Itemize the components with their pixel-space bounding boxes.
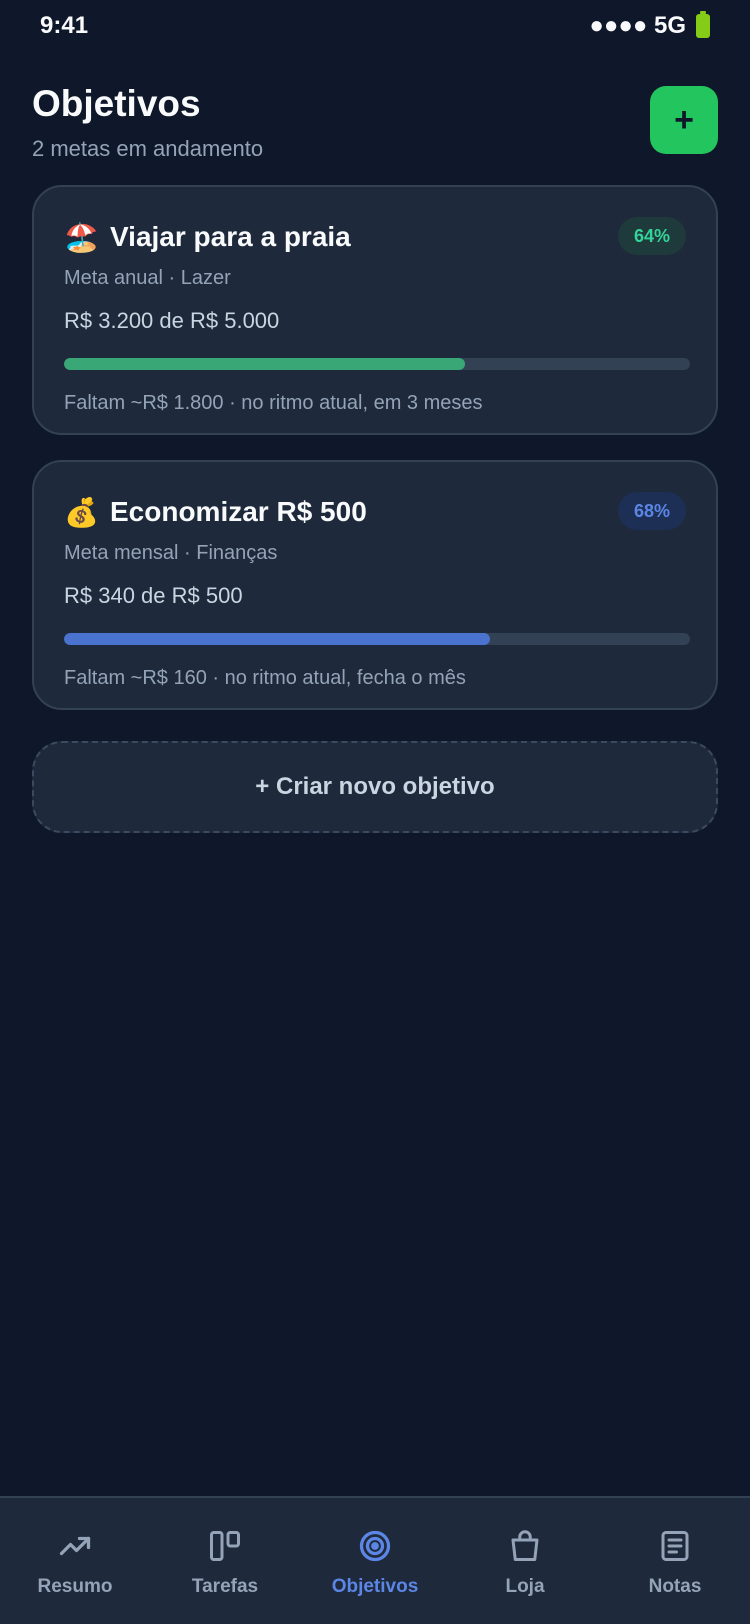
goal-card[interactable]: 💰 Economizar R$ 500 68% Meta mensal · Fi…	[32, 460, 718, 710]
battery-icon	[696, 11, 710, 38]
bottom-nav: Resumo Tarefas Objetivos Loja Notas	[0, 1496, 750, 1624]
goal-title-row: 🏖️ Viajar para a praia	[64, 215, 686, 259]
progress-bar	[64, 358, 690, 370]
nav-item-objetivos[interactable]: Objetivos	[300, 1498, 450, 1624]
page-header: Objetivos 2 metas em andamento +	[32, 80, 718, 162]
status-indicators: ●●●● 5G	[589, 11, 710, 40]
shopping-bag-icon	[511, 1530, 539, 1561]
nav-item-loja[interactable]: Loja	[450, 1498, 600, 1624]
progress-fill	[64, 358, 465, 370]
beach-icon: 🏖️	[64, 221, 99, 253]
goal-title: Economizar R$ 500	[110, 496, 367, 527]
nav-label: Loja	[505, 1576, 545, 1597]
goal-amount: R$ 3.200 de R$ 5.000	[64, 308, 280, 333]
nav-label: Resumo	[37, 1576, 113, 1597]
goal-meta: Meta anual · Lazer	[64, 267, 231, 289]
status-time: 9:41	[40, 12, 89, 39]
nav-item-tarefas[interactable]: Tarefas	[150, 1498, 300, 1624]
progress-fill	[64, 633, 490, 645]
nav-label: Tarefas	[191, 1576, 259, 1597]
target-icon	[359, 1530, 391, 1562]
nav-item-notas[interactable]: Notas	[600, 1498, 750, 1624]
nav-label: Objetivos	[331, 1576, 419, 1597]
goal-note: Faltam ~R$ 1.800 · no ritmo atual, em 3 …	[64, 392, 483, 414]
page-subtitle: 2 metas em andamento	[32, 136, 264, 161]
nav-item-resumo[interactable]: Resumo	[0, 1498, 150, 1624]
notes-icon	[661, 1531, 689, 1561]
goal-title: Viajar para a praia	[110, 221, 351, 252]
goal-title-row: 💰 Economizar R$ 500	[64, 490, 686, 534]
money-bag-icon: 💰	[64, 496, 99, 528]
add-goal-button[interactable]: +	[650, 86, 718, 154]
goal-note: Faltam ~R$ 160 · no ritmo atual, fecha o…	[64, 667, 466, 689]
status-bar: 9:41 ●●●● 5G	[0, 0, 750, 52]
goal-meta: Meta mensal · Finanças	[64, 542, 278, 564]
create-goal-button[interactable]: + Criar novo objetivo	[32, 741, 718, 833]
signal-indicator: ●●●● 5G	[589, 12, 686, 39]
trending-up-icon	[59, 1536, 91, 1556]
goal-amount: R$ 340 de R$ 500	[64, 583, 243, 608]
percent-badge: 68%	[617, 492, 686, 530]
progress-bar	[64, 633, 690, 645]
nav-label: Notas	[648, 1576, 702, 1597]
page-title: Objetivos	[32, 83, 201, 124]
goal-card[interactable]: 🏖️ Viajar para a praia 64% Meta anual · …	[32, 185, 718, 435]
percent-badge: 64%	[617, 217, 686, 255]
board-icon	[210, 1531, 240, 1561]
